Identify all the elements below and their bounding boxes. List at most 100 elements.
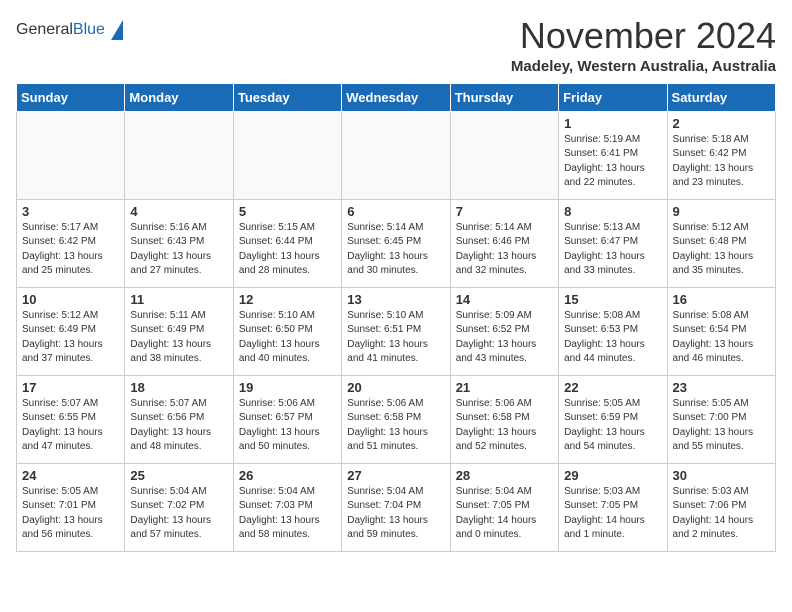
day-info: Sunrise: 5:17 AM Sunset: 6:42 PM Dayligh… [22, 221, 119, 279]
day-number: 3 [22, 204, 119, 219]
day-info: Sunrise: 5:18 AM Sunset: 6:42 PM Dayligh… [673, 133, 770, 191]
weekday-header-tuesday: Tuesday [233, 83, 341, 111]
day-info: Sunrise: 5:06 AM Sunset: 6:58 PM Dayligh… [456, 397, 553, 455]
logo-blue: Blue [73, 21, 105, 38]
day-info: Sunrise: 5:08 AM Sunset: 6:54 PM Dayligh… [673, 309, 770, 367]
day-info: Sunrise: 5:04 AM Sunset: 7:02 PM Dayligh… [130, 485, 227, 543]
calendar-cell: 28 Sunrise: 5:04 AM Sunset: 7:05 PM Dayli… [450, 463, 558, 551]
calendar-cell [450, 111, 558, 199]
day-info: Sunrise: 5:13 AM Sunset: 6:47 PM Dayligh… [564, 221, 661, 279]
calendar-cell: 12 Sunrise: 5:10 AM Sunset: 6:50 PM Dayli… [233, 287, 341, 375]
day-info: Sunrise: 5:08 AM Sunset: 6:53 PM Dayligh… [564, 309, 661, 367]
day-info: Sunrise: 5:10 AM Sunset: 6:51 PM Dayligh… [347, 309, 444, 367]
logo: GeneralBlue [16, 16, 123, 40]
calendar-cell [17, 111, 125, 199]
calendar-cell: 29Sunrise: 5:03 AM Sunset: 7:05 PM Dayli… [559, 463, 667, 551]
calendar-cell [125, 111, 233, 199]
day-info: Sunrise: 5:12 AM Sunset: 6:49 PM Dayligh… [22, 309, 119, 367]
calendar-cell: 19Sunrise: 5:06 AM Sunset: 6:57 PM Dayli… [233, 375, 341, 463]
day-info: Sunrise: 5:16 AM Sunset: 6:43 PM Dayligh… [130, 221, 227, 279]
calendar-cell: 17 Sunrise: 5:07 AM Sunset: 6:55 PM Dayli… [17, 375, 125, 463]
calendar-cell: 8Sunrise: 5:13 AM Sunset: 6:47 PM Daylig… [559, 199, 667, 287]
day-info: Sunrise: 5:12 AM Sunset: 6:48 PM Dayligh… [673, 221, 770, 279]
day-number: 21 [456, 380, 553, 395]
day-number: 27 [347, 468, 444, 483]
day-number: 28 [456, 468, 553, 483]
calendar-cell: 10 Sunrise: 5:12 AM Sunset: 6:49 PM Dayli… [17, 287, 125, 375]
day-info: Sunrise: 5:04 AM Sunset: 7:03 PM Dayligh… [239, 485, 336, 543]
calendar-cell: 6 Sunrise: 5:14 AM Sunset: 6:45 PM Daylig… [342, 199, 450, 287]
calendar-cell: 20 Sunrise: 5:06 AM Sunset: 6:58 PM Dayli… [342, 375, 450, 463]
day-number: 30 [673, 468, 770, 483]
calendar-table: SundayMondayTuesdayWednesdayThursdayFrid… [16, 83, 776, 552]
weekday-header-wednesday: Wednesday [342, 83, 450, 111]
day-number: 29 [564, 468, 661, 483]
location-subtitle: Madeley, Western Australia, Australia [511, 58, 776, 75]
title-area: November 2024 Madeley, Western Australia… [511, 16, 776, 75]
month-title: November 2024 [511, 16, 776, 56]
calendar-cell: 7 Sunrise: 5:14 AM Sunset: 6:46 PM Daylig… [450, 199, 558, 287]
day-number: 7 [456, 204, 553, 219]
calendar-cell: 5Sunrise: 5:15 AM Sunset: 6:44 PM Daylig… [233, 199, 341, 287]
calendar-cell [342, 111, 450, 199]
day-info: Sunrise: 5:14 AM Sunset: 6:45 PM Dayligh… [347, 221, 444, 279]
day-info: Sunrise: 5:10 AM Sunset: 6:50 PM Dayligh… [239, 309, 336, 367]
day-number: 19 [239, 380, 336, 395]
day-number: 10 [22, 292, 119, 307]
day-number: 20 [347, 380, 444, 395]
calendar-week-2: 3 Sunrise: 5:17 AM Sunset: 6:42 PM Daylig… [17, 199, 776, 287]
calendar-cell: 26 Sunrise: 5:04 AM Sunset: 7:03 PM Dayli… [233, 463, 341, 551]
day-number: 12 [239, 292, 336, 307]
day-number: 4 [130, 204, 227, 219]
day-number: 24 [22, 468, 119, 483]
calendar-week-4: 17 Sunrise: 5:07 AM Sunset: 6:55 PM Dayli… [17, 375, 776, 463]
page-header: GeneralBlue November 2024 Madeley, Weste… [16, 16, 776, 75]
calendar-cell: 18Sunrise: 5:07 AM Sunset: 6:56 PM Dayli… [125, 375, 233, 463]
calendar-cell: 1 Sunrise: 5:19 AM Sunset: 6:41 PM Daylig… [559, 111, 667, 199]
calendar-week-3: 10 Sunrise: 5:12 AM Sunset: 6:49 PM Dayli… [17, 287, 776, 375]
calendar-cell: 21 Sunrise: 5:06 AM Sunset: 6:58 PM Dayli… [450, 375, 558, 463]
day-number: 11 [130, 292, 227, 307]
day-info: Sunrise: 5:05 AM Sunset: 7:00 PM Dayligh… [673, 397, 770, 455]
day-info: Sunrise: 5:04 AM Sunset: 7:05 PM Dayligh… [456, 485, 553, 543]
day-info: Sunrise: 5:06 AM Sunset: 6:58 PM Dayligh… [347, 397, 444, 455]
day-number: 5 [239, 204, 336, 219]
day-number: 14 [456, 292, 553, 307]
weekday-header-monday: Monday [125, 83, 233, 111]
logo-text: GeneralBlue [16, 21, 105, 39]
calendar-cell: 25Sunrise: 5:04 AM Sunset: 7:02 PM Dayli… [125, 463, 233, 551]
day-info: Sunrise: 5:03 AM Sunset: 7:06 PM Dayligh… [673, 485, 770, 543]
day-number: 17 [22, 380, 119, 395]
calendar-cell: 9 Sunrise: 5:12 AM Sunset: 6:48 PM Daylig… [667, 199, 775, 287]
weekday-header-saturday: Saturday [667, 83, 775, 111]
calendar-cell: 14Sunrise: 5:09 AM Sunset: 6:52 PM Dayli… [450, 287, 558, 375]
weekday-header-sunday: Sunday [17, 83, 125, 111]
calendar-week-5: 24Sunrise: 5:05 AM Sunset: 7:01 PM Dayli… [17, 463, 776, 551]
calendar-cell: 22Sunrise: 5:05 AM Sunset: 6:59 PM Dayli… [559, 375, 667, 463]
calendar-cell: 4 Sunrise: 5:16 AM Sunset: 6:43 PM Daylig… [125, 199, 233, 287]
day-info: Sunrise: 5:19 AM Sunset: 6:41 PM Dayligh… [564, 133, 661, 191]
day-number: 26 [239, 468, 336, 483]
day-number: 16 [673, 292, 770, 307]
calendar-cell: 23 Sunrise: 5:05 AM Sunset: 7:00 PM Dayli… [667, 375, 775, 463]
day-number: 23 [673, 380, 770, 395]
day-number: 1 [564, 116, 661, 131]
calendar-cell: 3 Sunrise: 5:17 AM Sunset: 6:42 PM Daylig… [17, 199, 125, 287]
calendar-cell: 2 Sunrise: 5:18 AM Sunset: 6:42 PM Daylig… [667, 111, 775, 199]
day-number: 2 [673, 116, 770, 131]
day-info: Sunrise: 5:14 AM Sunset: 6:46 PM Dayligh… [456, 221, 553, 279]
day-number: 18 [130, 380, 227, 395]
weekday-header-row: SundayMondayTuesdayWednesdayThursdayFrid… [17, 83, 776, 111]
day-number: 9 [673, 204, 770, 219]
logo-triangle-icon [111, 20, 123, 40]
day-info: Sunrise: 5:04 AM Sunset: 7:04 PM Dayligh… [347, 485, 444, 543]
day-number: 15 [564, 292, 661, 307]
calendar-cell: 30 Sunrise: 5:03 AM Sunset: 7:06 PM Dayli… [667, 463, 775, 551]
calendar-cell: 24Sunrise: 5:05 AM Sunset: 7:01 PM Dayli… [17, 463, 125, 551]
day-number: 13 [347, 292, 444, 307]
day-number: 6 [347, 204, 444, 219]
day-info: Sunrise: 5:11 AM Sunset: 6:49 PM Dayligh… [130, 309, 227, 367]
day-info: Sunrise: 5:07 AM Sunset: 6:55 PM Dayligh… [22, 397, 119, 455]
weekday-header-thursday: Thursday [450, 83, 558, 111]
calendar-cell [233, 111, 341, 199]
